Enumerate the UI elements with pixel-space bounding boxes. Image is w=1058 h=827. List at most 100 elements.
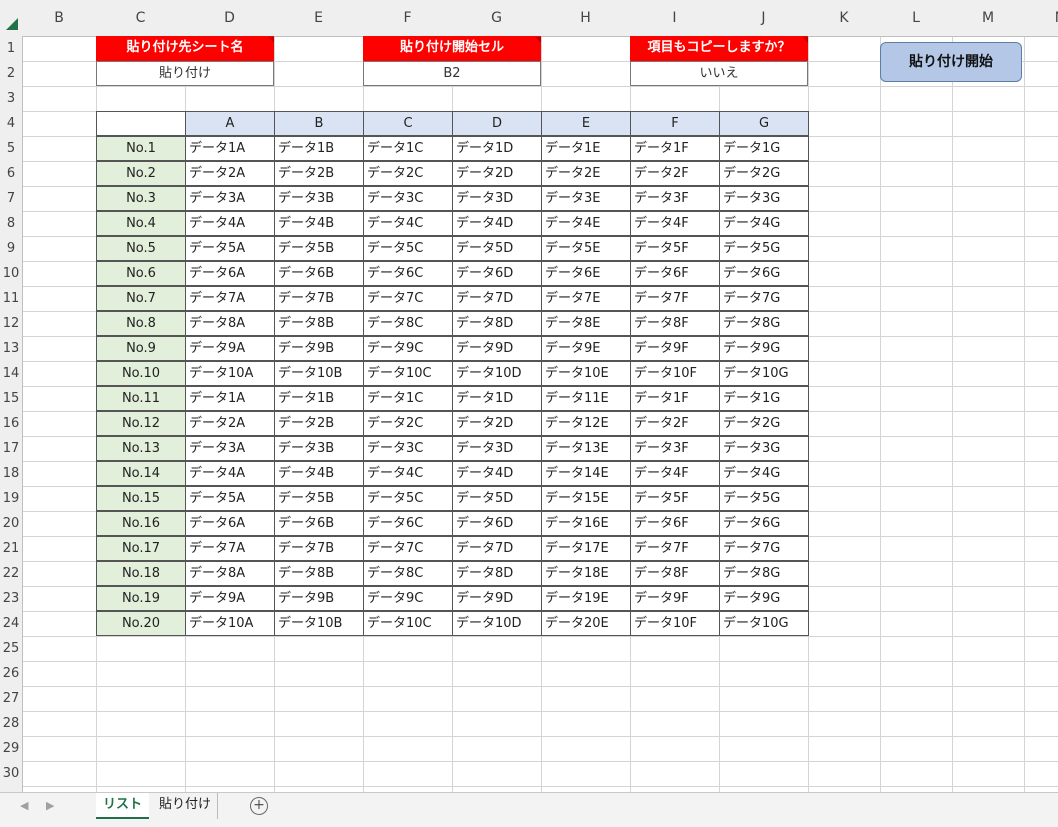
column-header[interactable]: F (363, 0, 452, 36)
row-number-cell[interactable]: No.13 (96, 436, 186, 461)
table-cell[interactable]: データ5C (363, 236, 453, 261)
row-number-cell[interactable]: No.19 (96, 586, 186, 611)
row-header[interactable]: 28 (0, 711, 22, 736)
table-cell[interactable]: データ3A (185, 186, 275, 211)
table-cell[interactable]: データ5B (274, 486, 364, 511)
table-cell[interactable]: データ11E (541, 386, 631, 411)
row-header[interactable]: 11 (0, 286, 22, 311)
table-cell[interactable]: データ15E (541, 486, 631, 511)
table-cell[interactable]: データ4E (541, 211, 631, 236)
table-cell[interactable]: データ8A (185, 561, 275, 586)
row-number-cell[interactable]: No.8 (96, 311, 186, 336)
row-header[interactable]: 19 (0, 486, 22, 511)
table-cell[interactable]: データ6G (719, 511, 809, 536)
table-cell[interactable]: データ9F (630, 336, 720, 361)
table-cell[interactable]: データ6G (719, 261, 809, 286)
table-cell[interactable]: データ1G (719, 136, 809, 161)
table-cell[interactable]: データ4D (452, 211, 542, 236)
row-header[interactable]: 7 (0, 186, 22, 211)
table-cell[interactable]: データ14E (541, 461, 631, 486)
row-header[interactable]: 26 (0, 661, 22, 686)
table-cell[interactable]: データ3F (630, 436, 720, 461)
table-cell[interactable]: データ5D (452, 486, 542, 511)
row-header[interactable]: 9 (0, 236, 22, 261)
row-number-cell[interactable]: No.3 (96, 186, 186, 211)
table-cell[interactable]: データ2C (363, 411, 453, 436)
table-cell[interactable]: データ1C (363, 386, 453, 411)
row-number-cell[interactable]: No.18 (96, 561, 186, 586)
table-header-cell[interactable]: C (363, 111, 453, 136)
table-header-cell[interactable]: F (630, 111, 720, 136)
table-cell[interactable]: データ9D (452, 586, 542, 611)
table-cell[interactable]: データ3D (452, 186, 542, 211)
row-header[interactable]: 18 (0, 461, 22, 486)
table-cell[interactable]: データ5G (719, 486, 809, 511)
next-sheet-icon[interactable]: ▶ (46, 799, 54, 812)
column-header[interactable]: E (274, 0, 363, 36)
row-header[interactable]: 17 (0, 436, 22, 461)
table-cell[interactable]: データ3B (274, 436, 364, 461)
row-number-cell[interactable]: No.2 (96, 161, 186, 186)
table-cell[interactable]: データ1D (452, 386, 542, 411)
row-header[interactable]: 3 (0, 86, 22, 111)
row-header[interactable]: 27 (0, 686, 22, 711)
table-cell[interactable]: データ2E (541, 161, 631, 186)
table-cell[interactable]: データ7E (541, 286, 631, 311)
table-cell[interactable]: データ2C (363, 161, 453, 186)
table-cell[interactable]: データ7D (452, 286, 542, 311)
row-header[interactable]: 5 (0, 136, 22, 161)
row-header[interactable]: 4 (0, 111, 22, 136)
table-header-cell[interactable]: E (541, 111, 631, 136)
column-header[interactable]: H (541, 0, 630, 36)
row-header[interactable]: 8 (0, 211, 22, 236)
paste-sheet-value[interactable]: 貼り付け (96, 61, 274, 86)
row-number-cell[interactable]: No.12 (96, 411, 186, 436)
table-cell[interactable]: データ1D (452, 136, 542, 161)
row-number-cell[interactable]: No.10 (96, 361, 186, 386)
table-cell[interactable]: データ5B (274, 236, 364, 261)
row-number-cell[interactable]: No.14 (96, 461, 186, 486)
row-header[interactable]: 24 (0, 611, 22, 636)
table-cell[interactable]: データ10D (452, 611, 542, 636)
table-cell[interactable]: データ8F (630, 561, 720, 586)
row-header[interactable]: 29 (0, 736, 22, 761)
table-cell[interactable]: データ2A (185, 411, 275, 436)
table-cell[interactable]: データ1C (363, 136, 453, 161)
row-header[interactable]: 25 (0, 636, 22, 661)
row-header[interactable]: 6 (0, 161, 22, 186)
table-cell[interactable]: データ2G (719, 411, 809, 436)
table-cell[interactable]: データ3E (541, 186, 631, 211)
table-cell[interactable]: データ3C (363, 186, 453, 211)
table-cell[interactable]: データ7A (185, 536, 275, 561)
table-cell[interactable]: データ8G (719, 311, 809, 336)
table-cell[interactable]: データ2A (185, 161, 275, 186)
column-header[interactable]: N (1024, 0, 1058, 36)
column-header[interactable]: B (22, 0, 96, 36)
table-cell[interactable]: データ3G (719, 436, 809, 461)
table-cell[interactable]: データ1F (630, 136, 720, 161)
row-header[interactable]: 14 (0, 361, 22, 386)
row-header[interactable]: 12 (0, 311, 22, 336)
table-cell[interactable]: データ3F (630, 186, 720, 211)
table-cell[interactable]: データ1G (719, 386, 809, 411)
table-cell[interactable]: データ10B (274, 361, 364, 386)
table-cell[interactable]: データ4B (274, 461, 364, 486)
table-cell[interactable]: データ19E (541, 586, 631, 611)
tab-paste[interactable]: 貼り付け (153, 793, 218, 819)
table-cell[interactable]: データ4C (363, 461, 453, 486)
table-cell[interactable]: データ16E (541, 511, 631, 536)
start-paste-button[interactable]: 貼り付け開始 (880, 42, 1022, 82)
select-all-corner[interactable] (0, 0, 22, 36)
table-header-cell[interactable]: A (185, 111, 275, 136)
table-cell[interactable]: データ3D (452, 436, 542, 461)
row-header[interactable]: 10 (0, 261, 22, 286)
table-cell[interactable]: データ9A (185, 336, 275, 361)
table-cell[interactable]: データ7C (363, 286, 453, 311)
table-cell[interactable]: データ5F (630, 236, 720, 261)
table-cell[interactable]: データ7F (630, 536, 720, 561)
table-cell[interactable]: データ4C (363, 211, 453, 236)
table-cell[interactable]: データ9C (363, 336, 453, 361)
table-cell[interactable]: データ6B (274, 261, 364, 286)
table-cell[interactable]: データ1A (185, 136, 275, 161)
table-cell[interactable]: データ8D (452, 561, 542, 586)
